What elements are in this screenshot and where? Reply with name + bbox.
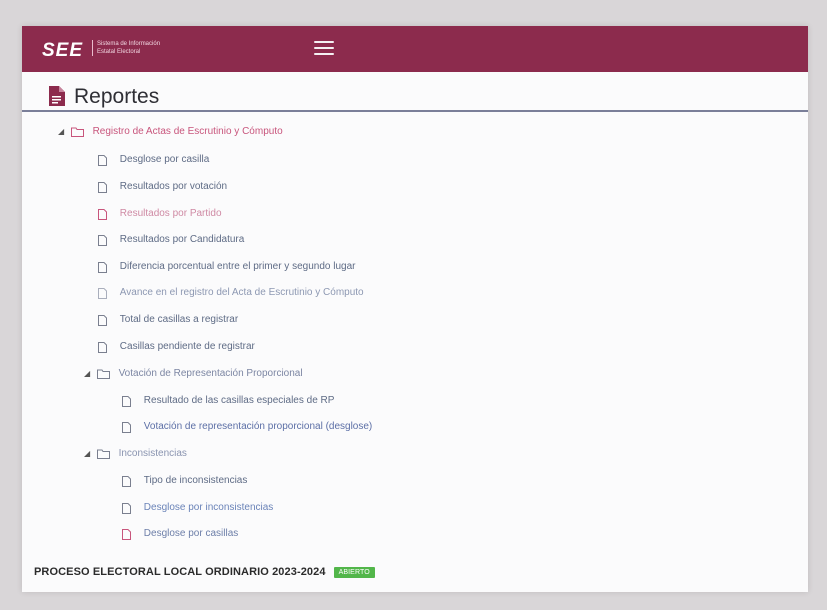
tree-item-desglose-casillas[interactable]: Desglose por casillas	[122, 526, 238, 542]
file-icon	[98, 341, 107, 353]
tree-label: Avance en el registro del Acta de Escrut…	[119, 287, 364, 298]
page-container: SEE Sistema de Información Estatal Elect…	[22, 26, 808, 592]
tree-label: Inconsistencias	[118, 448, 187, 459]
tree-folder-registro-actas[interactable]: ◢ Registro de Actas de Escrutinio y Cómp…	[58, 124, 283, 140]
tree-item-casillas-pendiente[interactable]: Casillas pendiente de registrar	[98, 339, 255, 355]
tree-item-resultados-votacion[interactable]: Resultados por votación	[98, 179, 227, 195]
app-logo-subtitle: Sistema de Información Estatal Electoral	[92, 40, 167, 56]
tree-label: Casillas pendiente de registrar	[119, 341, 255, 352]
tree-label: Resultados por Candidatura	[119, 234, 245, 245]
tree-item-avance-registro[interactable]: Avance en el registro del Acta de Escrut…	[98, 285, 364, 301]
tree-collapse-icon[interactable]: ◢	[84, 366, 90, 382]
file-icon	[122, 475, 131, 487]
folder-icon	[70, 127, 84, 137]
tree-label: Diferencia porcentual entre el primer y …	[119, 261, 356, 272]
tree-collapse-icon[interactable]: ◢	[84, 446, 90, 462]
folder-icon	[96, 369, 110, 379]
file-icon	[98, 314, 107, 326]
tree-label: Votación de Representación Proporcional	[118, 368, 303, 379]
tree-item-rp-desglose[interactable]: Votación de representación proporcional …	[122, 419, 372, 435]
document-icon	[49, 86, 65, 106]
tree-label: Desglose por casillas	[143, 528, 239, 539]
page-title: Reportes	[74, 85, 160, 108]
file-icon	[98, 208, 107, 220]
tree-folder-representacion-proporcional[interactable]: ◢ Votación de Representación Proporciona…	[84, 366, 303, 382]
file-icon	[98, 181, 107, 193]
tree-item-desglose-inconsistencias[interactable]: Desglose por inconsistencias	[122, 500, 273, 516]
tree-item-resultados-partido[interactable]: Resultados por Partido	[98, 206, 222, 222]
file-icon	[122, 502, 131, 514]
tree-folder-inconsistencias[interactable]: ◢ Inconsistencias	[84, 446, 187, 462]
tree-item-diferencia-porcentual[interactable]: Diferencia porcentual entre el primer y …	[98, 259, 355, 275]
file-icon	[98, 154, 107, 166]
tree-item-resultados-candidatura[interactable]: Resultados por Candidatura	[98, 232, 244, 248]
process-name: PROCESO ELECTORAL LOCAL ORDINARIO 2023-2…	[34, 566, 326, 578]
tree-label: Desglose por casilla	[119, 154, 210, 165]
tree-label: Registro de Actas de Escrutinio y Cómput…	[92, 126, 283, 137]
file-icon	[98, 234, 107, 246]
tree-item-total-casillas[interactable]: Total de casillas a registrar	[98, 312, 238, 328]
file-icon	[122, 421, 131, 433]
tree-item-desglose-casilla[interactable]: Desglose por casilla	[98, 152, 209, 168]
top-navbar: SEE Sistema de Información Estatal Elect…	[22, 26, 808, 72]
menu-toggle-icon[interactable]	[314, 41, 334, 57]
file-icon	[122, 528, 131, 540]
file-icon	[98, 287, 107, 299]
file-icon	[122, 395, 131, 407]
tree-label: Resultados por Partido	[119, 208, 222, 219]
page-header: Reportes	[22, 72, 808, 112]
folder-icon	[96, 449, 110, 459]
tree-label: Tipo de inconsistencias	[143, 475, 248, 486]
footer-process: PROCESO ELECTORAL LOCAL ORDINARIO 2023-2…	[34, 566, 375, 578]
tree-item-tipo-inconsistencias[interactable]: Tipo de inconsistencias	[122, 473, 247, 489]
tree-label: Total de casillas a registrar	[119, 314, 239, 325]
tree-label: Resultado de las casillas especiales de …	[143, 395, 335, 406]
tree-label: Resultados por votación	[119, 181, 228, 192]
app-logo[interactable]: SEE	[42, 40, 83, 62]
file-icon	[98, 261, 107, 273]
tree-label: Votación de representación proporcional …	[143, 421, 373, 432]
tree-collapse-icon[interactable]: ◢	[58, 124, 64, 140]
tree-item-casillas-especiales-rp[interactable]: Resultado de las casillas especiales de …	[122, 393, 334, 409]
tree-label: Desglose por inconsistencias	[143, 502, 274, 513]
status-badge: ABIERTO	[333, 567, 375, 578]
